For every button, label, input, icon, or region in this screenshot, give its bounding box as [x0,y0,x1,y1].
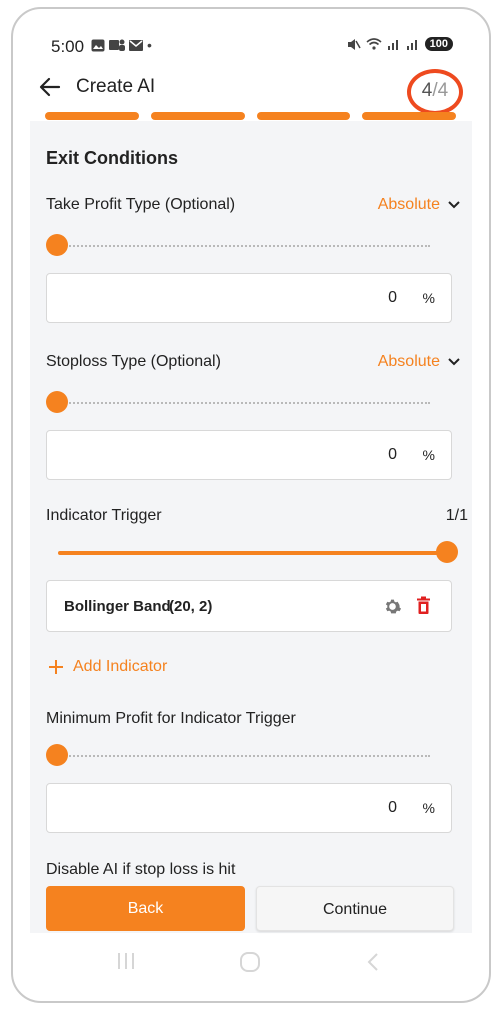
phone-frame: 5:00 • 100 Create AI 4/4 Exit Conditions… [11,7,491,1003]
system-icons: 100 [347,37,453,51]
step-total: 4 [437,80,449,101]
step-indicator: 4/4 [407,69,463,115]
stoploss-label: Stoploss Type (Optional) [46,353,221,370]
add-indicator-label: Add Indicator [73,658,168,675]
indicator-trigger-label: Indicator Trigger [46,507,162,524]
form-content: Exit Conditions Take Profit Type (Option… [30,121,472,933]
back-button[interactable]: Back [46,886,245,931]
take-profit-label: Take Profit Type (Optional) [46,196,236,213]
slider-track [58,402,430,404]
slider-track [58,755,430,757]
back-arrow-icon[interactable] [39,77,61,102]
indicator-params: (20, 2) [169,598,213,615]
min-profit-input[interactable]: 0 % [46,783,452,833]
wifi-icon [366,38,382,50]
mail-icon [129,39,143,51]
stoploss-input[interactable]: 0 % [46,430,452,480]
percent-unit: % [422,290,435,306]
page-title: Create AI [76,76,156,97]
slider-track-filled [58,551,448,555]
system-nav-bar [13,934,489,994]
min-profit-slider[interactable] [46,744,430,768]
back-nav-icon[interactable] [365,952,381,977]
slider-track [58,245,430,247]
signal-icon-2 [406,40,417,50]
take-profit-value: 0 [388,289,397,306]
notification-icons: • [91,37,152,53]
home-icon[interactable] [239,952,261,977]
plus-icon [49,660,63,674]
indicator-card[interactable]: Bollinger Band (20, 2) [46,580,452,632]
progress-segment [256,112,351,120]
chevron-down-icon [448,201,460,209]
step-progress-bar [45,112,456,120]
slider-thumb[interactable] [46,234,68,256]
slider-thumb[interactable] [436,541,458,563]
take-profit-input[interactable]: 0 % [46,273,452,323]
min-profit-value: 0 [388,799,397,816]
mute-icon [347,38,361,50]
stoploss-value: 0 [388,446,397,463]
indicator-name: Bollinger Band [64,598,171,615]
progress-segment [150,112,245,120]
signal-icon [387,40,398,50]
app-bar: Create AI 4/4 [13,69,489,115]
take-profit-type-value: Absolute [377,196,440,213]
stoploss-type-value: Absolute [377,353,440,370]
recent-apps-icon[interactable] [115,952,137,975]
min-profit-label: Minimum Profit for Indicator Trigger [46,710,296,727]
indicator-trigger-slider[interactable] [46,541,458,565]
indicator-trigger-count: 1/1 [445,507,468,524]
battery-indicator: 100 [424,37,453,51]
step-current: 4 [421,80,433,101]
more-dot-icon: • [147,37,152,53]
progress-segment [362,112,456,120]
percent-unit: % [422,800,435,816]
stoploss-type-dropdown[interactable]: Absolute [378,353,460,371]
status-time: 5:00 [51,37,85,56]
take-profit-type-dropdown[interactable]: Absolute [378,196,460,214]
stoploss-slider[interactable] [46,391,430,415]
gear-icon[interactable] [383,597,402,621]
continue-button[interactable]: Continue [256,886,454,931]
slider-thumb[interactable] [46,744,68,766]
teams-icon [109,39,125,51]
add-indicator-button[interactable]: Add Indicator [48,658,167,676]
progress-segment [45,112,139,120]
trash-icon[interactable] [416,596,431,620]
slider-thumb[interactable] [46,391,68,413]
take-profit-slider[interactable] [46,234,430,258]
gallery-icon [91,39,105,51]
disable-ai-label: Disable AI if stop loss is hit [46,861,236,878]
section-title: Exit Conditions [46,148,178,168]
chevron-down-icon [448,358,460,366]
percent-unit: % [422,447,435,463]
